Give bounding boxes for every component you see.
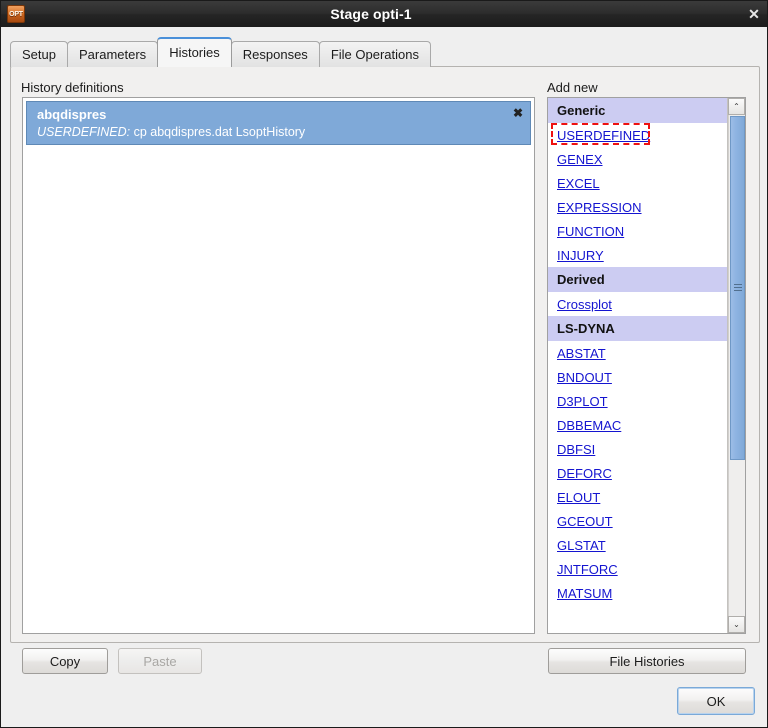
tab-responses[interactable]: Responses bbox=[230, 41, 320, 67]
scrollbar-grip-icon bbox=[734, 284, 742, 292]
add-item-elout[interactable]: ELOUT bbox=[548, 485, 728, 509]
add-new-label: Add new bbox=[547, 80, 598, 95]
file-histories-button[interactable]: File Histories bbox=[548, 648, 746, 674]
scroll-up-icon[interactable]: ⌃ bbox=[728, 98, 745, 115]
add-item-jntforc[interactable]: JNTFORC bbox=[548, 557, 728, 581]
add-item-injury[interactable]: INJURY bbox=[548, 243, 728, 267]
add-item-genex[interactable]: GENEX bbox=[548, 147, 728, 171]
add-item-gceout[interactable]: GCEOUT bbox=[548, 509, 728, 533]
add-item-expression[interactable]: EXPRESSION bbox=[548, 195, 728, 219]
close-icon[interactable]: ✕ bbox=[741, 1, 767, 27]
add-item-function[interactable]: FUNCTION bbox=[548, 219, 728, 243]
paste-button: Paste bbox=[118, 648, 202, 674]
scrollbar-track[interactable] bbox=[728, 115, 745, 616]
group-header-ls-dyna: LS-DYNA bbox=[548, 316, 728, 341]
remove-history-icon[interactable]: ✖ bbox=[513, 107, 523, 119]
tab-file-operations[interactable]: File Operations bbox=[318, 41, 431, 67]
add-item-glstat[interactable]: GLSTAT bbox=[548, 533, 728, 557]
add-new-list-inner: Generic USERDEFINED GENEX EXCEL EXPRESSI… bbox=[548, 98, 728, 633]
group-header-derived: Derived bbox=[548, 267, 728, 292]
history-item-type: USERDEFINED: bbox=[37, 125, 131, 139]
add-item-d3plot[interactable]: D3PLOT bbox=[548, 389, 728, 413]
tab-setup[interactable]: Setup bbox=[10, 41, 68, 67]
copy-button[interactable]: Copy bbox=[22, 648, 108, 674]
tab-parameters[interactable]: Parameters bbox=[66, 41, 159, 67]
history-definitions-label: History definitions bbox=[21, 80, 124, 95]
list-item[interactable]: abqdispres USERDEFINED: cp abqdispres.da… bbox=[26, 101, 531, 145]
add-item-excel[interactable]: EXCEL bbox=[548, 171, 728, 195]
scrollbar-thumb[interactable] bbox=[730, 116, 745, 460]
add-new-list[interactable]: Generic USERDEFINED GENEX EXCEL EXPRESSI… bbox=[547, 97, 746, 634]
add-item-dbbemac[interactable]: DBBEMAC bbox=[548, 413, 728, 437]
tab-histories[interactable]: Histories bbox=[157, 37, 232, 67]
window-title: Stage opti-1 bbox=[330, 6, 412, 22]
add-item-deforc[interactable]: DEFORC bbox=[548, 461, 728, 485]
stage-opti-dialog: OPT Stage opti-1 ✕ Setup Parameters Hist… bbox=[0, 0, 768, 728]
ok-button[interactable]: OK bbox=[677, 687, 755, 715]
history-item-name: abqdispres bbox=[37, 107, 107, 122]
add-item-bndout[interactable]: BNDOUT bbox=[548, 365, 728, 389]
titlebar: OPT Stage opti-1 ✕ bbox=[1, 1, 767, 27]
history-definitions-list[interactable]: abqdispres USERDEFINED: cp abqdispres.da… bbox=[22, 97, 535, 634]
group-header-generic: Generic bbox=[548, 98, 728, 123]
tab-bar: Setup Parameters Histories Responses Fil… bbox=[10, 37, 431, 67]
scroll-down-icon[interactable]: ⌄ bbox=[728, 616, 745, 633]
add-item-matsum[interactable]: MATSUM bbox=[548, 581, 728, 605]
history-item-command: cp abqdispres.dat LsoptHistory bbox=[133, 125, 306, 139]
history-item-description: USERDEFINED: cp abqdispres.dat LsoptHist… bbox=[37, 124, 522, 141]
add-item-dbfsi[interactable]: DBFSI bbox=[548, 437, 728, 461]
add-new-scrollbar[interactable]: ⌃ ⌄ bbox=[727, 98, 745, 633]
add-item-crossplot[interactable]: Crossplot bbox=[548, 292, 728, 316]
add-item-abstat[interactable]: ABSTAT bbox=[548, 341, 728, 365]
add-item-userdefined[interactable]: USERDEFINED bbox=[548, 123, 728, 147]
